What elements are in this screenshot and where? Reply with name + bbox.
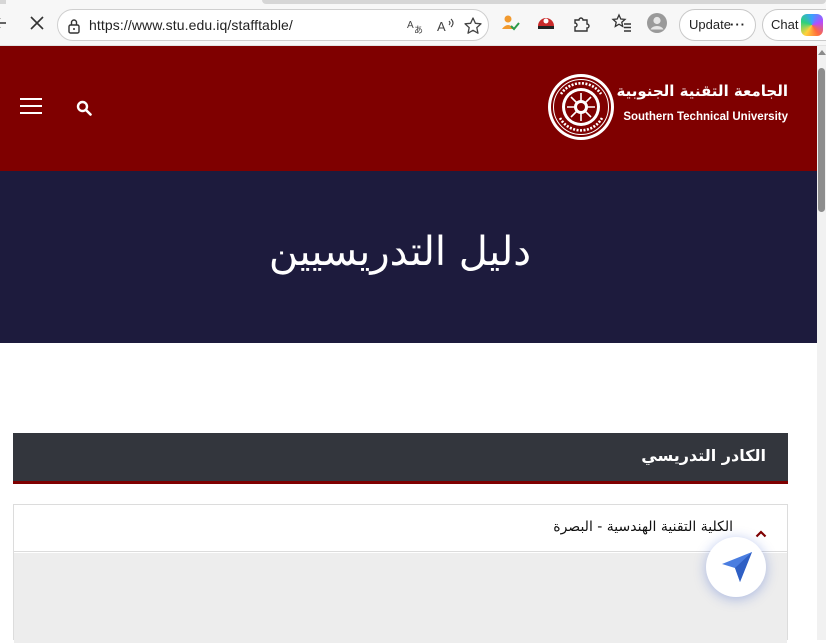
university-name-english[interactable]: Southern Technical University [620,111,788,123]
tab-strip-left [0,0,6,4]
extension-colored-icon[interactable] [499,12,521,34]
favorite-star-icon[interactable] [463,16,483,36]
section-header: الكادر التدريسي [13,433,788,484]
svg-text:A: A [437,19,446,34]
scroll-up-arrow-icon[interactable] [818,50,826,55]
college-accordion: الكلية التقنية الهندسية - البصرة [13,504,788,643]
profile-icon[interactable] [646,12,668,34]
tab-strip-right [262,0,826,4]
update-label: Update [689,17,731,32]
copilot-icon[interactable] [801,14,823,36]
site-header: الجامعة التقنية الجنوبية Southern Techni… [0,46,817,171]
send-arrow-icon [722,552,752,582]
favorites-list-icon[interactable] [611,12,633,34]
update-button[interactable]: Update ··· [679,9,756,41]
page-banner: دليل التدريسيين [0,171,817,343]
search-icon[interactable] [76,100,92,116]
stop-icon[interactable] [26,12,48,34]
address-bar[interactable]: https://www.stu.edu.iq/stafftable/ Aあ A [57,9,489,41]
svg-text:あ: あ [414,25,423,36]
chat-label: Chat [771,17,799,32]
svg-text:A: A [407,20,414,31]
university-seal-logo[interactable] [546,72,616,142]
url-text[interactable]: https://www.stu.edu.iq/stafftable/ [89,17,293,33]
scrollbar-thumb[interactable] [818,68,825,212]
more-icon[interactable]: ··· [730,10,746,40]
chat-button[interactable]: Chat [762,9,826,41]
extension-red-icon[interactable] [535,12,557,34]
read-aloud-icon[interactable]: A [435,16,455,36]
chevron-up-icon[interactable] [755,523,767,538]
back-icon[interactable] [0,12,14,34]
section-title: الكادر التدريسي [641,446,766,465]
puzzle-icon[interactable] [571,12,593,34]
accordion-item-label[interactable]: الكلية التقنية الهندسية - البصرة [553,519,733,535]
browser-toolbar: https://www.stu.edu.iq/stafftable/ Aあ A … [0,0,826,46]
university-name-arabic[interactable]: الجامعة التقنية الجنوبية [616,82,788,100]
menu-icon[interactable] [20,98,42,116]
page-scrollbar[interactable] [817,46,826,640]
page-title: دليل التدريسيين [268,229,532,275]
floating-send-button[interactable] [706,537,766,597]
lock-icon[interactable] [67,18,81,34]
tab-strip [0,0,826,4]
translate-icon[interactable]: Aあ [406,16,426,36]
accordion-item[interactable]: الكلية التقنية الهندسية - البصرة [14,505,787,552]
accordion-body [14,553,787,643]
